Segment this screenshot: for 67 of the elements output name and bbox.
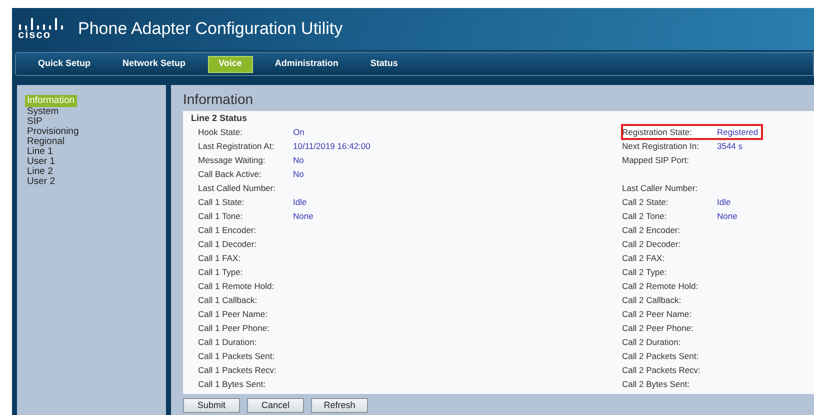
sidebar-item[interactable]: Provisioning xyxy=(25,127,81,137)
field-label: Call 1 State: xyxy=(198,196,246,208)
field-label: Call 2 Duration: xyxy=(622,336,682,348)
field-label: Hook State: xyxy=(198,126,244,138)
field-value: 3544 s xyxy=(717,140,743,152)
field-label: Last Called Number: xyxy=(198,182,276,194)
field-value: None xyxy=(293,210,314,222)
nav-tab[interactable]: Administration xyxy=(264,56,348,72)
field-label: Message Waiting: xyxy=(198,154,266,166)
field-value: Idle xyxy=(717,196,731,208)
field-value: Registered xyxy=(717,126,758,138)
nav-tab[interactable]: Quick Setup xyxy=(28,56,101,72)
field-label: Next Registration In: xyxy=(622,140,700,152)
field-label: Call 1 Encoder: xyxy=(198,224,258,236)
field-label: Call 2 Callback: xyxy=(622,294,682,306)
field-label: Call 1 Duration: xyxy=(198,336,258,348)
field-label: Call 2 Packets Sent: xyxy=(622,350,700,362)
field-label: Call 1 Packets Sent: xyxy=(198,350,276,362)
field-label: Call 1 Remote Hold: xyxy=(198,280,276,292)
field-label: Call 2 Bytes Sent: xyxy=(622,378,691,390)
field-value: On xyxy=(293,126,304,138)
field-label: Last Registration At: xyxy=(198,140,276,152)
field-value: No xyxy=(293,154,304,166)
sidebar-item[interactable]: System xyxy=(25,107,61,117)
field-label: Call 2 Tone: xyxy=(622,210,668,222)
page-title: Information xyxy=(183,90,254,109)
field-label: Call Back Active: xyxy=(198,168,262,180)
sidebar-item[interactable]: SIP xyxy=(25,117,44,127)
field-label: Call 1 Tone: xyxy=(198,210,244,222)
field-label: Call 1 Bytes Sent: xyxy=(198,378,267,390)
action-button[interactable]: Refresh xyxy=(311,398,368,413)
field-label: Call 2 Packets Recv: xyxy=(622,364,702,376)
sidebar-item[interactable]: Regional xyxy=(25,137,66,147)
field-label: Call 1 Callback: xyxy=(198,294,258,306)
sidebar-item[interactable]: Line 1 xyxy=(25,147,55,157)
section-title: Line 2 Status xyxy=(191,112,248,124)
field-label: Last Caller Number: xyxy=(622,182,699,194)
sidebar-item[interactable]: User 1 xyxy=(25,157,57,167)
field-label: Mapped SIP Port: xyxy=(622,154,690,166)
field-value: No xyxy=(293,168,304,180)
field-label: Call 2 Decoder: xyxy=(622,238,682,250)
field-label: Call 2 Peer Name: xyxy=(622,308,692,320)
field-label: Call 1 Type: xyxy=(198,266,244,278)
field-label: Call 2 Type: xyxy=(622,266,668,278)
field-label: Call 2 Encoder: xyxy=(622,224,682,236)
field-label: Call 1 Packets Recv: xyxy=(198,364,278,376)
field-label: Registration State: xyxy=(622,126,693,138)
field-label: Call 1 Peer Phone: xyxy=(198,322,270,334)
field-label: Call 1 Peer Name: xyxy=(198,308,268,320)
field-label: Call 2 State: xyxy=(622,196,670,208)
sidebar-item[interactable]: Line 2 xyxy=(25,167,55,177)
sidebar-item[interactable]: User 2 xyxy=(25,177,57,187)
field-label: Call 1 Decoder: xyxy=(198,238,258,250)
logo-bars-icon xyxy=(18,18,64,30)
field-value: Idle xyxy=(293,196,307,208)
field-value: 10/11/2019 16:42:00 xyxy=(293,140,370,152)
logo-text: cisco xyxy=(18,30,52,40)
app-title: Phone Adapter Configuration Utility xyxy=(78,18,343,40)
field-label: Call 2 Remote Hold: xyxy=(622,280,700,292)
action-button[interactable]: Cancel xyxy=(247,398,304,413)
field-label: Call 1 FAX: xyxy=(198,252,242,264)
action-button[interactable]: Submit xyxy=(183,398,240,413)
nav-tab[interactable]: Network Setup xyxy=(112,56,196,72)
field-value: None xyxy=(717,210,738,222)
nav-tab[interactable]: Status xyxy=(360,56,408,72)
field-label: Call 2 FAX: xyxy=(622,252,666,264)
field-label: Call 2 Peer Phone: xyxy=(622,322,694,334)
